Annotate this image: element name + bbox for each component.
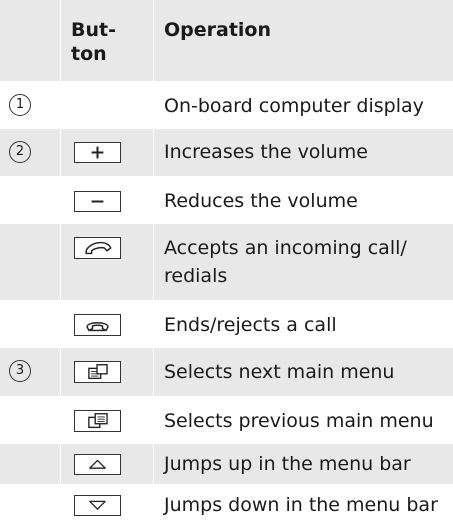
number-cell: 1 (0, 82, 60, 129)
header-operation-cell: Operation (153, 0, 453, 81)
operation-cell: On-board computer display (153, 82, 453, 129)
button-cell (60, 129, 153, 176)
button-cell (60, 348, 153, 396)
plus-icon (74, 142, 121, 163)
callout-number: 3 (9, 360, 31, 382)
operation-text: Accepts an incoming call/ redials (164, 237, 407, 287)
operation-text: Ends/rejects a call (164, 314, 337, 336)
callout-number: 1 (9, 94, 31, 116)
operation-text: Increases the volume (164, 141, 368, 163)
button-cell (60, 301, 153, 348)
button-cell (60, 485, 153, 525)
menu-previous-icon (74, 410, 121, 432)
header-button-cell: But- ton (60, 0, 153, 81)
button-cell (60, 177, 153, 224)
table-row: 3 Selects next main menu (0, 348, 453, 396)
arrow-up-icon (74, 454, 121, 475)
minus-icon (74, 191, 121, 212)
table-row: Jumps up in the menu bar (0, 444, 453, 484)
number-cell (0, 485, 60, 525)
number-cell: 3 (0, 348, 60, 396)
operation-cell: Reduces the volume (153, 177, 453, 224)
table-row: Jumps down in the menu bar (0, 484, 453, 525)
operation-cell: Selects previous main menu (153, 397, 453, 444)
operation-text: Selects next main menu (164, 361, 395, 383)
button-cell (60, 397, 153, 444)
phone-hangup-icon (74, 314, 121, 336)
operation-cell: Selects next main menu (153, 348, 453, 396)
header-button-label: But- ton (71, 19, 116, 65)
table-row: Reduces the volume (0, 176, 453, 224)
number-cell (0, 177, 60, 224)
button-cell (60, 224, 153, 300)
operation-cell: Jumps up in the menu bar (153, 444, 453, 484)
menu-next-icon (74, 361, 121, 383)
operation-text: Jumps down in the menu bar (164, 494, 438, 516)
number-cell (0, 444, 60, 484)
phone-accept-icon (74, 237, 121, 259)
table-row: Selects previous main menu (0, 396, 453, 444)
number-cell (0, 397, 60, 444)
table-row: 2 Increases the volume (0, 129, 453, 176)
number-cell (0, 301, 60, 348)
operation-cell: Increases the volume (153, 129, 453, 176)
table-header-row: But- ton Operation (0, 0, 453, 81)
operation-cell: Ends/rejects a call (153, 301, 453, 348)
header-number-cell (0, 0, 60, 81)
operation-text: Jumps up in the menu bar (164, 453, 411, 475)
number-cell (0, 224, 60, 300)
operation-text: Reduces the volume (164, 190, 358, 212)
operation-cell: Accepts an incoming call/ redials (153, 224, 453, 300)
button-cell (60, 444, 153, 484)
operation-text: Selects previous main menu (164, 410, 434, 432)
operation-cell: Jumps down in the menu bar (153, 485, 453, 525)
table-row: Ends/rejects a call (0, 300, 453, 348)
table-row: 1 On-board computer display (0, 81, 453, 129)
number-cell: 2 (0, 129, 60, 176)
arrow-down-icon (74, 495, 121, 516)
operation-text: On-board computer display (164, 95, 424, 117)
callout-number: 2 (9, 141, 31, 163)
button-cell (60, 82, 153, 129)
header-operation-label: Operation (164, 19, 272, 41)
table-row: Accepts an incoming call/ redials (0, 224, 453, 300)
